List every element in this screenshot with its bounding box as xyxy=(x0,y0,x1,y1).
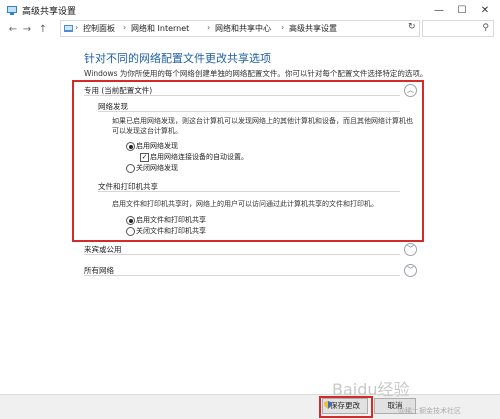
discovery-on-label[interactable]: 启用网络发现 xyxy=(136,141,178,151)
auto-setup-checkbox[interactable]: ✓ xyxy=(140,153,149,162)
sharing-on-label[interactable]: 启用文件和打印机共享 xyxy=(136,215,206,225)
sharing-off-label[interactable]: 关闭文件和打印机共享 xyxy=(136,226,206,236)
search-icon: ⚲ xyxy=(482,23,489,33)
divider xyxy=(84,95,400,96)
search-input[interactable]: ⚲ xyxy=(422,20,494,37)
discovery-off-label[interactable]: 关闭网络发现 xyxy=(136,163,178,173)
chevron-down-icon[interactable]: ﹀ xyxy=(404,243,417,256)
forward-arrow-icon[interactable]: → xyxy=(22,24,32,36)
breadcrumb-separator: › xyxy=(75,23,79,32)
up-arrow-icon[interactable]: ↑ xyxy=(38,24,48,36)
network-settings-icon xyxy=(7,6,17,15)
minimize-button[interactable]: — xyxy=(428,0,450,22)
divider xyxy=(98,111,400,112)
file-printer-sharing-description: 启用文件和打印机共享时，网络上的用户可以访问通过此计算机共享的文件和打印机。 xyxy=(112,200,378,208)
chevron-down-icon[interactable]: ﹀ xyxy=(404,264,417,277)
title-bar: 高级共享设置 — ☐ ✕ xyxy=(0,0,500,22)
discovery-on-radio[interactable] xyxy=(126,142,135,151)
breadcrumb-advanced-sharing[interactable]: 高级共享设置 xyxy=(289,23,337,34)
address-bar[interactable]: › 控制面板 › 网络和 Internet › 网络和共享中心 › 高级共享设置 xyxy=(60,20,420,37)
watermark-text: @稀土掘金技术社区 xyxy=(398,407,461,415)
watermark-logo: Baidu经验 xyxy=(332,380,410,399)
divider xyxy=(84,254,400,255)
network-discovery-description: 如果已启用网络发现，则这台计算机可以发现网络上的其他计算机和设备，而且其他网络计… xyxy=(112,117,413,125)
close-button[interactable]: ✕ xyxy=(474,0,496,22)
sharing-off-radio[interactable] xyxy=(126,227,135,236)
discovery-off-radio[interactable] xyxy=(126,164,135,173)
breadcrumb-network-sharing-center[interactable]: 网络和共享中心 xyxy=(215,23,271,34)
divider xyxy=(98,191,400,192)
refresh-icon[interactable]: ↻ xyxy=(408,22,416,32)
auto-setup-label[interactable]: 启用网络连接设备的自动设置。 xyxy=(150,152,248,162)
window-title: 高级共享设置 xyxy=(22,7,77,17)
breadcrumb-separator: › xyxy=(207,23,211,32)
back-arrow-icon[interactable]: ← xyxy=(8,24,18,36)
divider xyxy=(84,275,400,276)
control-panel-icon xyxy=(64,25,73,32)
page-description: Windows 为你所使用的每个网络创建单独的网络配置文件。你可以针对每个配置文… xyxy=(84,69,428,78)
breadcrumb-control-panel[interactable]: 控制面板 xyxy=(83,23,115,34)
breadcrumb-separator: › xyxy=(281,23,285,32)
chevron-up-icon[interactable]: ︿ xyxy=(404,84,417,97)
breadcrumb-network-internet[interactable]: 网络和 Internet xyxy=(131,23,189,34)
network-discovery-description-cont: 可以发现这台计算机。 xyxy=(112,127,182,135)
maximize-button[interactable]: ☐ xyxy=(451,0,473,22)
sharing-on-radio[interactable] xyxy=(126,216,135,225)
page-title: 针对不同的网络配置文件更改共享选项 xyxy=(84,52,271,65)
breadcrumb-separator: › xyxy=(123,23,127,32)
